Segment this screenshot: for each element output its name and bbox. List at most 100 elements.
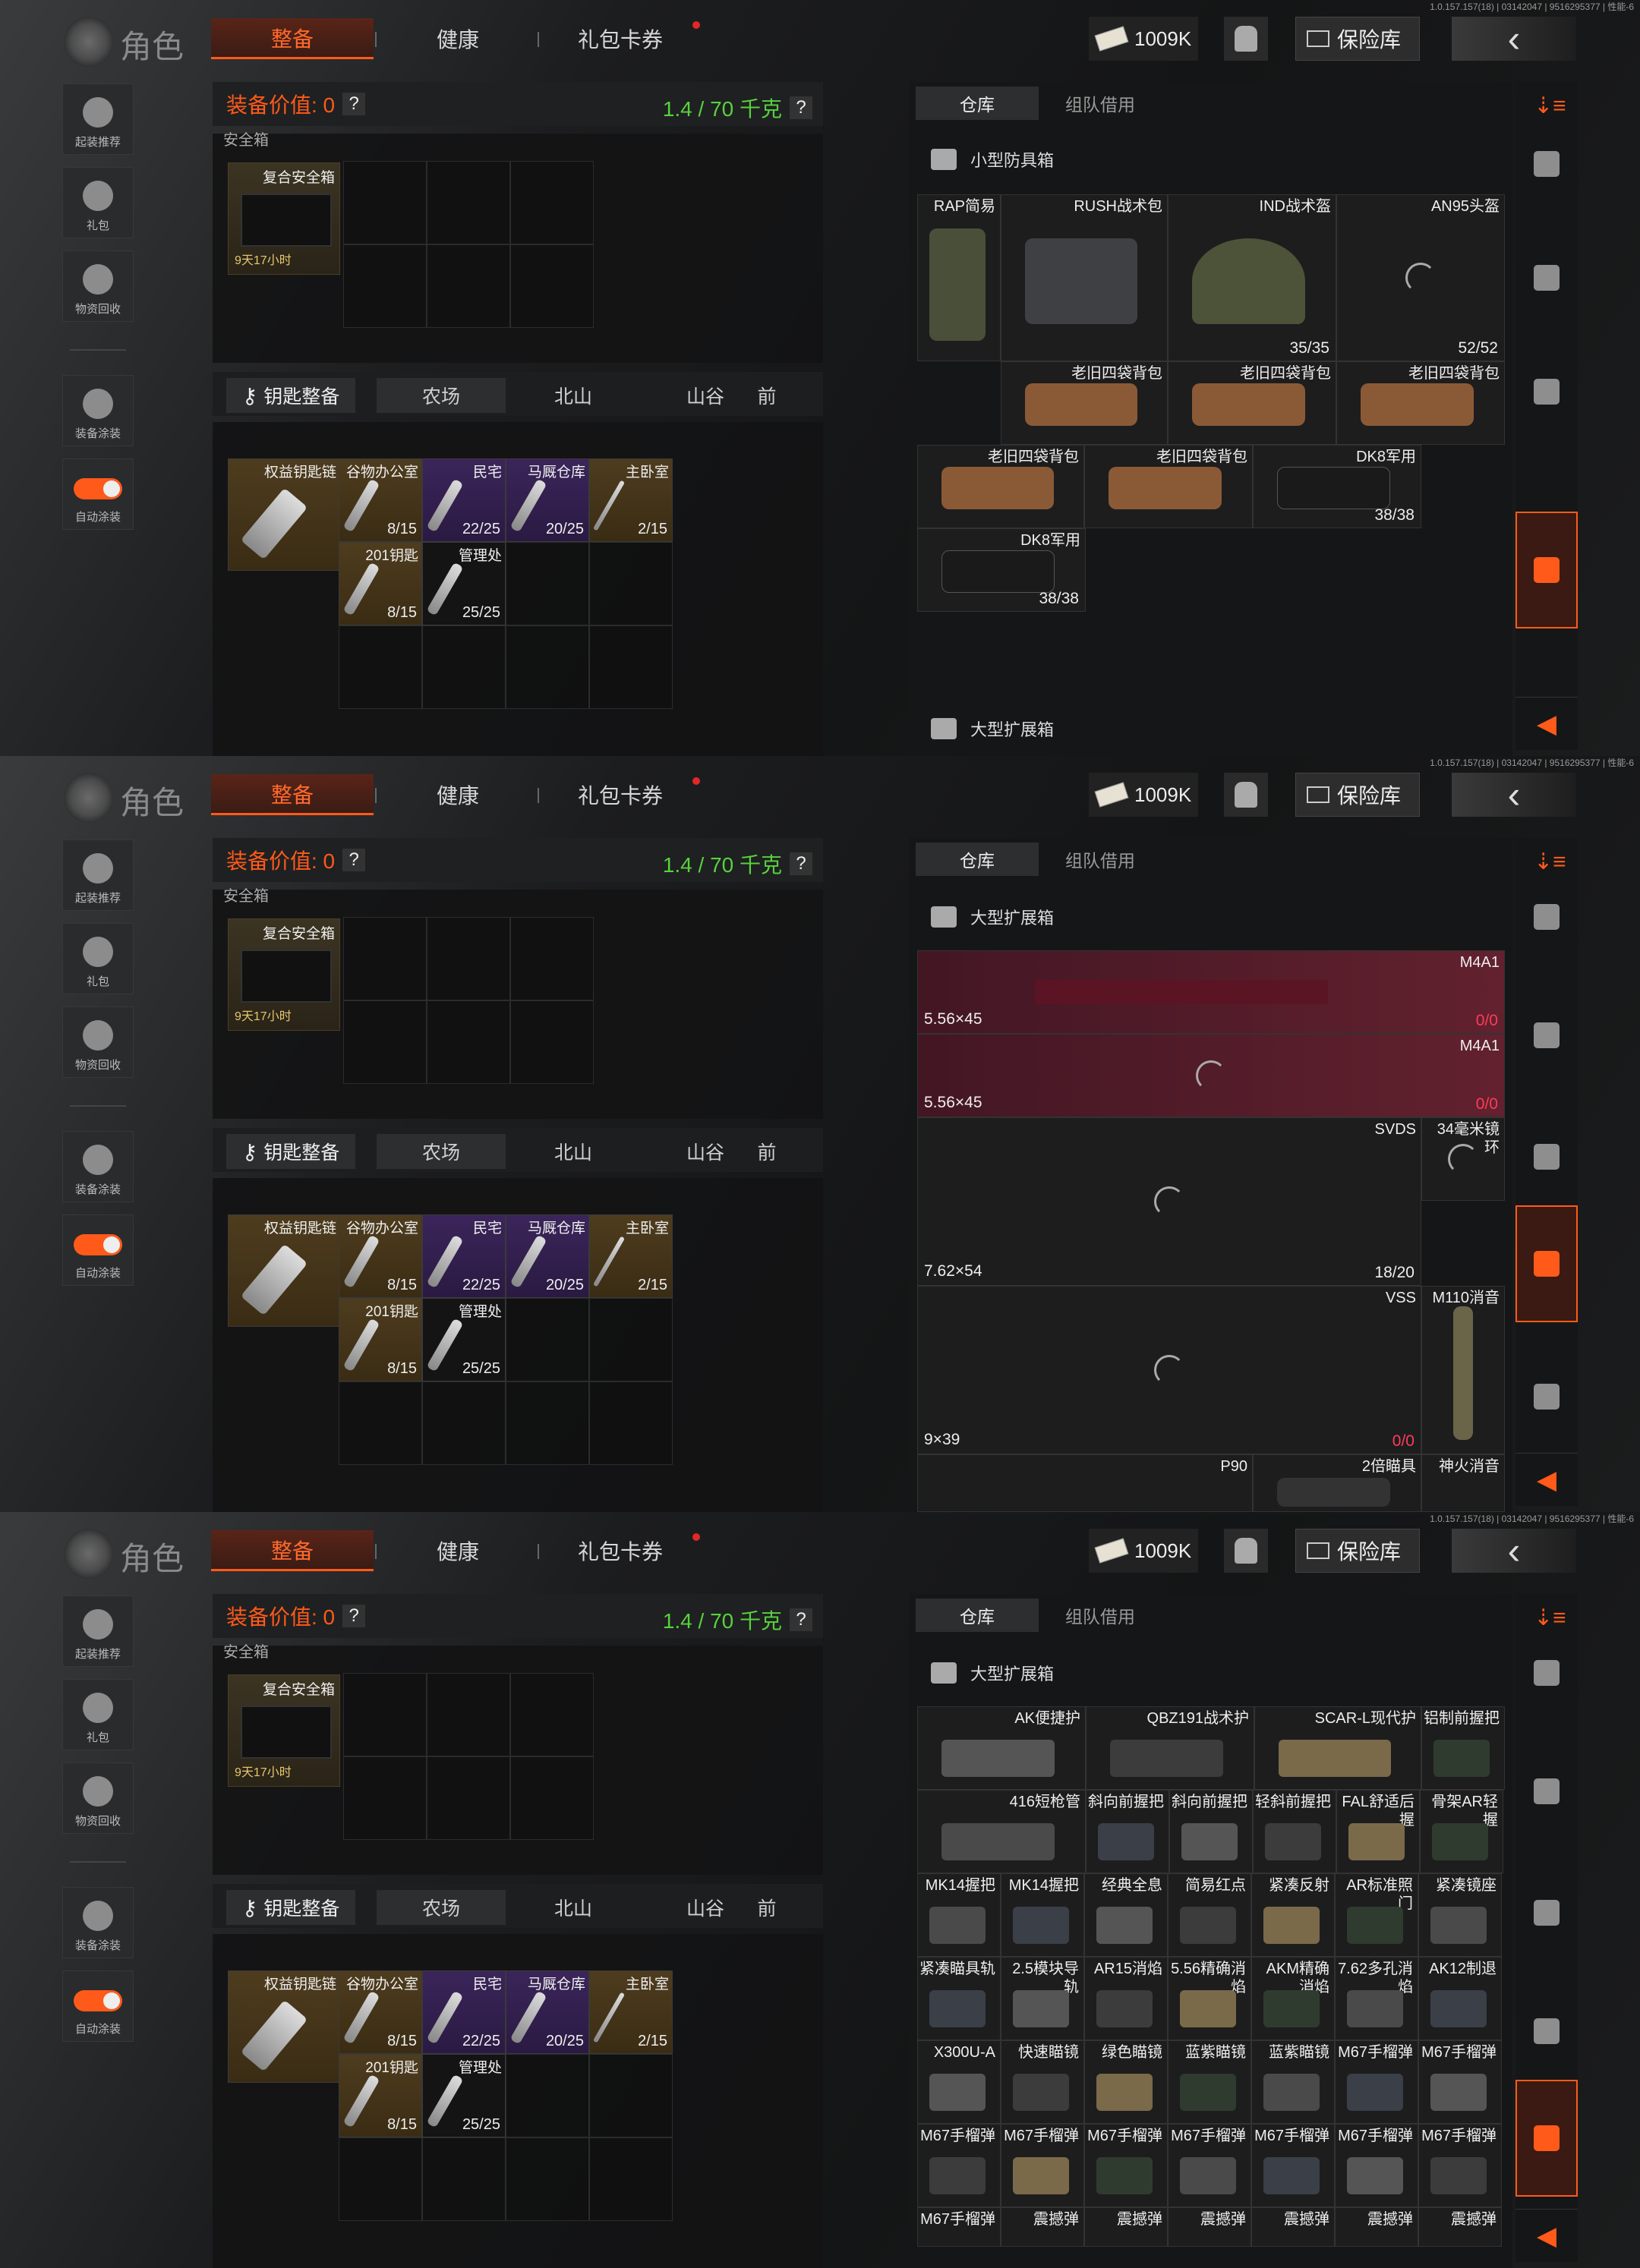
key-item[interactable]: 管理处 25/25: [422, 2054, 506, 2137]
tab-team-borrow[interactable]: 组队借用: [1039, 843, 1162, 876]
key-item[interactable]: 马厩仓库 20/25: [506, 1970, 589, 2054]
tab-north-mountain[interactable]: 北山: [509, 1134, 638, 1169]
armor-category-icon[interactable]: [1523, 1885, 1570, 1940]
tab-gift-vouchers[interactable]: 礼包卡券: [539, 1530, 702, 1571]
back-button[interactable]: ‹: [1452, 773, 1576, 817]
crate-category-icon[interactable]: [1523, 364, 1570, 419]
tab-warehouse[interactable]: 仓库: [916, 87, 1039, 120]
back-button[interactable]: ‹: [1452, 1529, 1576, 1573]
attachment-slot[interactable]: SCAR-L现代护: [1254, 1706, 1421, 1790]
tab-team-borrow[interactable]: 组队借用: [1039, 1599, 1162, 1632]
key-item[interactable]: 民宅 22/25: [422, 1214, 506, 1298]
key-item[interactable]: 主卧室 2/15: [589, 1214, 673, 1298]
tab-equip[interactable]: 整备: [211, 18, 374, 59]
weapon-slot[interactable]: M4A1 5.56×45 0/0: [917, 950, 1505, 1034]
key-item[interactable]: 谷物办公室 8/15: [339, 1214, 422, 1298]
tab-health[interactable]: 健康: [377, 774, 539, 815]
item-slot[interactable]: DK8军用 38/38: [1253, 445, 1421, 528]
tab-farm[interactable]: 农场: [377, 1134, 506, 1169]
vault-button[interactable]: 保险库: [1295, 17, 1420, 61]
attachment-slot[interactable]: X300U-A: [917, 2040, 1001, 2124]
attachment-slot[interactable]: AR标准照门: [1335, 1873, 1418, 1957]
attachment-slot[interactable]: AK12制退: [1418, 1957, 1502, 2040]
attachment-slot[interactable]: 震撼弹: [1001, 2207, 1084, 2247]
attachment-slot[interactable]: M67手榴弹: [1335, 2124, 1418, 2207]
attachment-slot[interactable]: 5.56精确消焰: [1168, 1957, 1251, 2040]
character-button[interactable]: [1224, 1529, 1268, 1573]
key-manage-button[interactable]: ⚷ 钥匙整备: [226, 1134, 355, 1169]
tab-warehouse[interactable]: 仓库: [916, 843, 1039, 876]
attachment-slot[interactable]: AR15消焰: [1084, 1957, 1168, 2040]
weapon-slot[interactable]: VSS 9×39 0/0: [917, 1286, 1421, 1454]
crate-category-icon[interactable]: [1523, 1764, 1570, 1819]
sidebar-item-gift[interactable]: 礼包: [62, 1679, 134, 1750]
keychain-slot[interactable]: 权益钥匙链: [228, 458, 340, 571]
tab-warehouse[interactable]: 仓库: [916, 1599, 1039, 1632]
help-button[interactable]: ?: [342, 849, 366, 871]
item-slot[interactable]: 老旧四袋背包: [917, 445, 1084, 528]
item-slot[interactable]: 老旧四袋背包: [1168, 361, 1336, 445]
auto-skin-toggle[interactable]: [74, 1234, 122, 1255]
key-item[interactable]: 谷物办公室 8/15: [339, 1970, 422, 2054]
magazine-category-icon[interactable]: [1523, 1646, 1570, 1700]
key-item[interactable]: 201钥匙 8/15: [339, 1298, 422, 1381]
key-manage-button[interactable]: ⚷ 钥匙整备: [226, 378, 355, 413]
sidebar-item-loadout-recommend[interactable]: 起装推荐: [62, 839, 134, 911]
sidebar-item-gift[interactable]: 礼包: [62, 167, 134, 238]
tab-equip[interactable]: 整备: [211, 774, 374, 815]
attachment-slot[interactable]: M67手榴弹: [1251, 2124, 1335, 2207]
tab-gift-vouchers[interactable]: 礼包卡券: [539, 18, 702, 59]
key-item[interactable]: 民宅 22/25: [422, 458, 506, 542]
item-slot[interactable]: 老旧四袋背包: [1001, 361, 1168, 445]
attachment-slot[interactable]: 震撼弹: [1418, 2207, 1502, 2247]
weapon-slot[interactable]: SVDS 7.62×54 18/20: [917, 1117, 1421, 1286]
attachment-slot[interactable]: 骨架AR轻握: [1420, 1790, 1503, 1873]
character-button[interactable]: [1224, 17, 1268, 61]
item-slot[interactable]: 2倍瞄具: [1253, 1454, 1421, 1512]
sidebar-item-recycle[interactable]: 物资回收: [62, 1762, 134, 1834]
item-slot[interactable]: M110消音: [1421, 1286, 1505, 1454]
collapse-arrow-icon[interactable]: ◀: [1515, 2209, 1578, 2262]
safebox-slot[interactable]: 复合安全箱 9天17小时: [228, 162, 340, 275]
attachment-slot[interactable]: 斜向前握把: [1169, 1790, 1253, 1873]
tab-team-borrow[interactable]: 组队借用: [1039, 87, 1162, 120]
key-item[interactable]: 201钥匙 8/15: [339, 2054, 422, 2137]
attachment-slot[interactable]: M67手榴弹: [1418, 2124, 1502, 2207]
help-button[interactable]: ?: [790, 1608, 812, 1631]
expansion-box-category-icon[interactable]: [1515, 1205, 1578, 1322]
attachment-slot[interactable]: M67手榴弹: [1001, 2124, 1084, 2207]
tab-health[interactable]: 健康: [377, 18, 539, 59]
attachment-slot[interactable]: FAL舒适后握: [1336, 1790, 1420, 1873]
keychain-slot[interactable]: 权益钥匙链: [228, 1970, 340, 2083]
sidebar-item-auto-skin[interactable]: 自动涂装: [62, 1214, 134, 1286]
back-button[interactable]: ‹: [1452, 17, 1576, 61]
item-slot[interactable]: IND战术盔 35/35: [1168, 194, 1336, 361]
sort-icon[interactable]: ⇣≡: [1534, 93, 1566, 119]
sidebar-item-skin[interactable]: 装备涂装: [62, 375, 134, 446]
attachment-slot[interactable]: MK14握把: [917, 1873, 1001, 1957]
box-category-icon[interactable]: [1523, 1369, 1570, 1424]
sidebar-item-recycle[interactable]: 物资回收: [62, 250, 134, 322]
attachment-slot[interactable]: QBZ191战术护: [1086, 1706, 1254, 1790]
attachment-slot[interactable]: 震撼弹: [1168, 2207, 1251, 2247]
tab-health[interactable]: 健康: [377, 1530, 539, 1571]
key-item[interactable]: 马厩仓库 20/25: [506, 1214, 589, 1298]
item-slot[interactable]: 神火消音: [1421, 1454, 1505, 1512]
attachment-slot[interactable]: 紧凑镜座: [1418, 1873, 1502, 1957]
help-button[interactable]: ?: [342, 1605, 366, 1627]
tab-more[interactable]: 前: [744, 378, 790, 413]
armor-category-icon[interactable]: [1515, 512, 1578, 628]
attachment-slot[interactable]: 简易红点: [1168, 1873, 1251, 1957]
magazine-category-icon[interactable]: [1523, 890, 1570, 944]
item-slot[interactable]: RUSH战术包: [1001, 194, 1168, 361]
key-item[interactable]: 201钥匙 8/15: [339, 542, 422, 625]
sidebar-item-skin[interactable]: 装备涂装: [62, 1131, 134, 1202]
attachment-slot[interactable]: 416短枪管: [917, 1790, 1086, 1873]
tab-farm[interactable]: 农场: [377, 1890, 506, 1925]
auto-skin-toggle[interactable]: [74, 1990, 122, 2011]
attachment-slot[interactable]: 紧凑瞄具轨: [917, 1957, 1001, 2040]
help-button[interactable]: ?: [790, 96, 812, 119]
magazine-category-icon[interactable]: [1523, 250, 1570, 305]
key-item[interactable]: 管理处 25/25: [422, 542, 506, 625]
key-manage-button[interactable]: ⚷ 钥匙整备: [226, 1890, 355, 1925]
